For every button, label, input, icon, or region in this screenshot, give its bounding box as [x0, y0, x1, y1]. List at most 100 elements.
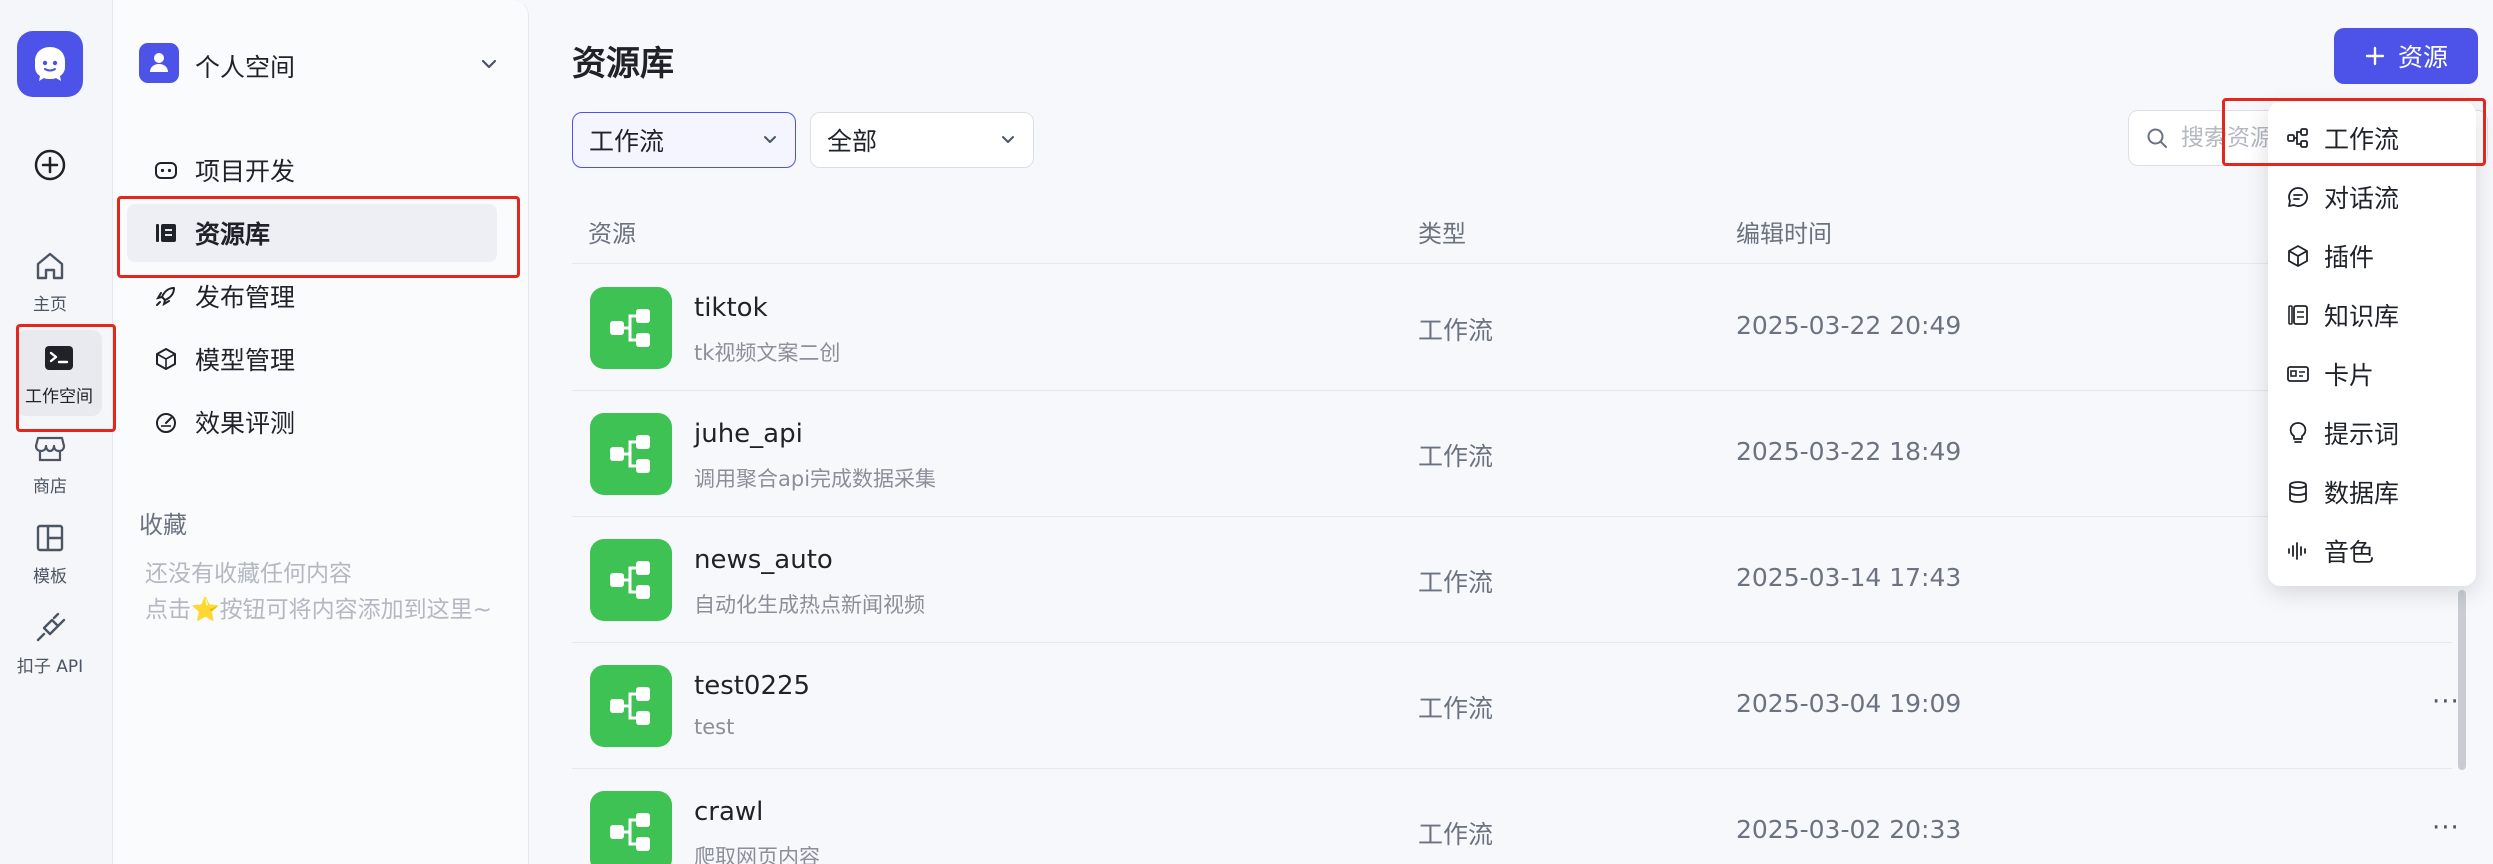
resource-name: juhe_api [694, 419, 803, 449]
main-content: 资源库 资源 工作流 全部 资源 类型 编辑时间 [530, 0, 2493, 864]
resource-name: crawl [694, 797, 764, 827]
menu-item-workflow[interactable]: 工作流 [2278, 110, 2466, 166]
resource-name: news_auto [694, 545, 833, 575]
table-row[interactable]: news_auto 自动化生成热点新闻视频 工作流 2025-03-14 17:… [572, 517, 2452, 643]
workflow-icon [2287, 128, 2308, 148]
space-name[interactable]: 个人空间 [195, 48, 295, 84]
gauge-icon [156, 413, 176, 433]
menu-item-label: 知识库 [2324, 302, 2400, 331]
rail-label: 工作空间 [25, 387, 93, 407]
rocket-icon [155, 287, 175, 307]
workflow-icon [610, 813, 650, 851]
robot-icon [155, 162, 177, 179]
plus-circle-icon [34, 149, 66, 181]
column-resource: 资源 [588, 220, 636, 248]
scrollbar[interactable] [2458, 590, 2466, 770]
mascot-icon [35, 47, 65, 81]
menu-item-plugin[interactable]: 插件 [2278, 228, 2466, 284]
chevron-down-icon [1002, 136, 1014, 143]
resource-type: 工作流 [1418, 694, 1494, 723]
nav-item-projects[interactable]: 项目开发 [139, 141, 509, 199]
nav-item-publish[interactable]: 发布管理 [139, 267, 509, 325]
column-type: 类型 [1418, 220, 1466, 248]
add-resource-button[interactable]: 资源 [2334, 28, 2478, 84]
menu-item-voice[interactable]: 音色 [2278, 523, 2466, 579]
page-title: 资源库 [572, 44, 674, 84]
resource-time: 2025-03-22 20:49 [1736, 311, 1962, 340]
left-rail: 主页 工作空间 商店 模板 扣子 API [0, 0, 113, 864]
table-row[interactable]: tiktok tk视频文案二创 工作流 2025-03-22 20:49 [572, 265, 2452, 391]
table-row[interactable]: crawl 爬取网页内容 工作流 2025-03-02 20:33 ··· [572, 769, 2459, 864]
rail-item-store[interactable]: 商店 [0, 430, 100, 497]
resource-desc: tk视频文案二创 [694, 341, 841, 365]
api-icon [36, 612, 66, 642]
voice-icon [2288, 542, 2306, 560]
chevron-down-icon [764, 136, 776, 143]
resource-desc: test [694, 715, 735, 739]
rail-item-workspace[interactable]: 工作空间 [16, 330, 102, 416]
workflow-icon [610, 309, 650, 347]
menu-item-card[interactable]: 卡片 [2278, 346, 2466, 402]
resource-time: 2025-03-02 20:33 [1736, 815, 1962, 844]
menu-item-prompt[interactable]: 提示词 [2278, 405, 2466, 461]
workflow-thumbnail [590, 791, 672, 864]
nav-label: 项目开发 [195, 157, 296, 186]
database-icon [2289, 481, 2307, 503]
nav-label: 模型管理 [195, 346, 296, 375]
scope-filter-value: 全部 [827, 127, 878, 156]
rail-label: 模板 [33, 567, 67, 587]
nav-label: 效果评测 [195, 409, 296, 438]
resource-type: 工作流 [1418, 820, 1494, 849]
table-header: 资源 类型 编辑时间 [572, 200, 2452, 264]
menu-item-label: 数据库 [2324, 479, 2400, 508]
user-icon [150, 53, 168, 72]
resource-name: test0225 [694, 671, 811, 701]
menu-item-chatflow[interactable]: 对话流 [2278, 169, 2466, 225]
workflow-icon [610, 687, 650, 725]
nav-item-library[interactable]: 资源库 [127, 204, 497, 262]
column-edited: 编辑时间 [1736, 220, 1832, 248]
workflow-thumbnail [590, 539, 672, 621]
create-button[interactable] [32, 147, 68, 183]
nav-label: 资源库 [195, 220, 271, 249]
rail-item-api[interactable]: 扣子 API [0, 610, 100, 677]
type-filter-select[interactable]: 工作流 [572, 112, 796, 168]
resource-type: 工作流 [1418, 568, 1494, 597]
store-icon [34, 436, 66, 462]
rail-label: 扣子 API [16, 657, 84, 677]
chevron-down-icon[interactable] [479, 54, 499, 74]
terminal-icon [45, 346, 73, 370]
app-logo[interactable] [17, 31, 83, 97]
menu-item-label: 提示词 [2324, 420, 2400, 449]
scope-filter-select[interactable]: 全部 [810, 112, 1034, 168]
card-icon [2287, 366, 2309, 382]
table-row[interactable]: juhe_api 调用聚合api完成数据采集 工作流 2025-03-22 18… [572, 391, 2452, 517]
menu-item-label: 音色 [2324, 538, 2375, 567]
menu-item-knowledge[interactable]: 知识库 [2278, 287, 2466, 343]
menu-item-database[interactable]: 数据库 [2278, 464, 2466, 520]
workflow-thumbnail [590, 287, 672, 369]
add-resource-label: 资源 [2397, 43, 2448, 72]
more-actions-icon[interactable]: ··· [2432, 813, 2460, 843]
favorites-title: 收藏 [139, 511, 187, 539]
workspace-sidebar: 个人空间 项目开发 资源库 发布管理 模型管理 效果评测 收藏 还没有收藏任何内… [113, 0, 529, 864]
rail-item-templates[interactable]: 模板 [0, 520, 100, 587]
search-icon [2147, 128, 2167, 148]
resource-desc: 调用聚合api完成数据采集 [694, 467, 937, 491]
workflow-icon [610, 561, 650, 599]
favorites-empty-text: 还没有收藏任何内容 [145, 561, 352, 587]
table-row[interactable]: test0225 test 工作流 2025-03-04 19:09 ··· [572, 643, 2459, 769]
resource-desc: 自动化生成热点新闻视频 [694, 593, 925, 617]
rail-item-home[interactable]: 主页 [0, 248, 100, 315]
nav-item-evaluation[interactable]: 效果评测 [139, 393, 509, 451]
workflow-icon [610, 435, 650, 473]
more-actions-icon[interactable]: ··· [2432, 687, 2460, 717]
resource-desc: 爬取网页内容 [694, 845, 820, 864]
knowledge-icon [2288, 305, 2308, 325]
rail-label: 商店 [33, 477, 67, 497]
nav-item-models[interactable]: 模型管理 [139, 330, 509, 388]
space-avatar[interactable] [139, 43, 179, 83]
resource-time: 2025-03-22 18:49 [1736, 437, 1962, 466]
type-filter-value: 工作流 [589, 127, 665, 156]
model-icon [156, 348, 176, 370]
